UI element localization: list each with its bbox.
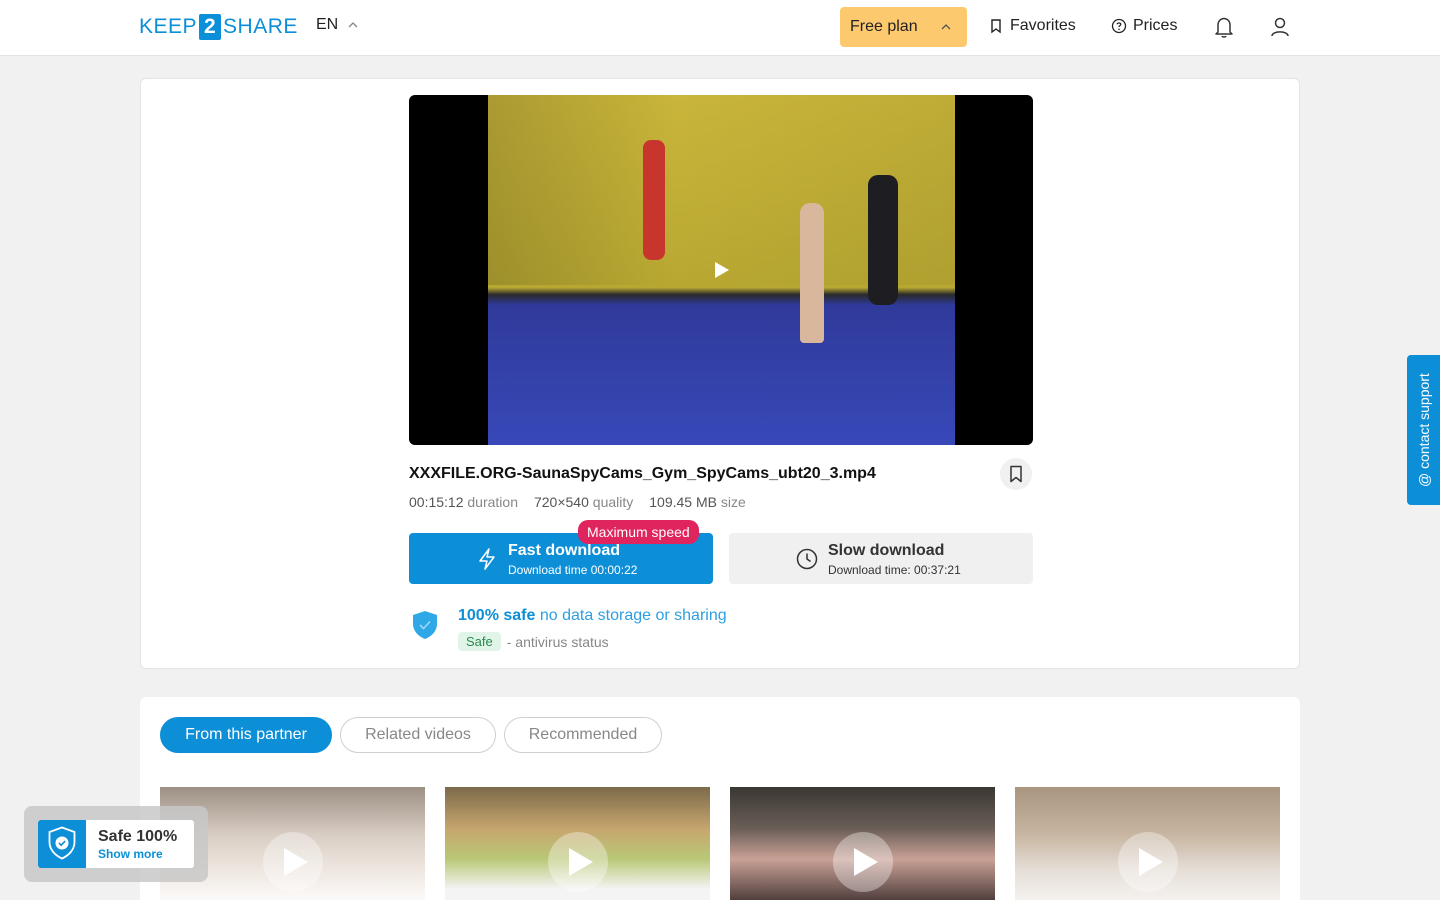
contact-support-label: @ contact support [1416,373,1432,487]
logo-keep: KEEP [139,15,198,38]
duration-meta: 00:15:12 duration [409,494,518,510]
video-figure [800,203,824,343]
video-thumbnail[interactable] [445,787,710,900]
play-icon [569,848,593,876]
lightning-icon [479,548,495,570]
prices-link[interactable]: Prices [1111,17,1177,35]
fast-download-title: Fast download [508,542,620,559]
top-header: KEEP 2 SHARE EN Free plan Favorites Prices [0,0,1440,56]
slow-download-title: Slow download [828,542,945,559]
video-black-bag [868,175,898,305]
free-plan-button[interactable]: Free plan [840,7,967,47]
site-logo[interactable]: KEEP 2 SHARE [139,14,298,40]
play-button[interactable] [833,832,893,892]
bookmark-icon [1010,465,1022,483]
video-thumbnail[interactable] [730,787,995,900]
play-icon[interactable] [714,261,730,279]
safe-tag: Safe [458,632,501,651]
show-more-link[interactable]: Show more [98,847,163,861]
user-icon[interactable] [1269,15,1291,39]
tab-related-videos[interactable]: Related videos [340,717,496,753]
favorites-label: Favorites [1010,17,1076,34]
duration-label: duration [467,494,518,510]
quality-meta: 720×540 quality [534,494,633,510]
antivirus-label: - antivirus status [506,633,609,650]
fast-download-time: Download time 00:00:22 [508,563,638,577]
related-section: From this partner Related videos Recomme… [140,697,1300,900]
clock-icon [796,548,818,570]
video-thumbnail[interactable] [1015,787,1280,900]
slow-download-time: Download time: 00:37:21 [828,563,961,577]
safety-message: 100% safe no data storage or sharing [458,607,727,625]
max-speed-badge: Maximum speed [578,520,699,544]
play-button[interactable] [1118,832,1178,892]
question-circle-icon [1111,18,1127,34]
play-button[interactable] [548,832,608,892]
video-player[interactable] [409,95,1033,445]
logo-share: SHARE [223,15,298,38]
size-meta: 109.45 MB size [649,494,746,510]
logo-two: 2 [199,14,222,40]
size-value: 109.45 MB [649,494,717,510]
play-icon [854,848,878,876]
tab-from-this-partner[interactable]: From this partner [160,717,332,753]
shield-check-icon [48,826,76,860]
quality-value: 720×540 [533,494,589,510]
quality-label: quality [592,494,634,510]
file-meta: 00:15:12 duration 720×540 quality 109.45… [409,494,746,510]
antivirus-status: Safe - antivirus status [458,632,609,651]
safety-soft: no data storage or sharing [539,607,727,624]
size-label: size [720,494,746,510]
duration-value: 00:15:12 [409,494,464,510]
play-icon [284,848,308,876]
bookmark-icon [991,19,1001,34]
chevron-up-icon [941,24,951,30]
play-icon [1139,848,1163,876]
tab-recommended[interactable]: Recommended [504,717,662,753]
add-favorite-button[interactable] [1000,458,1032,490]
chevron-up-icon [348,22,358,28]
file-title: XXXFILE.ORG-SaunaSpyCams_Gym_SpyCams_ubt… [409,465,876,482]
language-selector[interactable]: EN [316,16,358,34]
safe-widget[interactable]: Safe 100% Show more [38,820,194,868]
favorites-link[interactable]: Favorites [988,17,1076,35]
safe-widget-icon-box [38,820,86,868]
plan-label: Free plan [850,18,918,35]
slow-download-button[interactable]: Slow download Download time: 00:37:21 [729,533,1033,584]
safety-strong: 100% safe [458,607,536,624]
shield-check-icon [413,611,437,639]
safe-widget-title: Safe 100% [98,828,178,845]
prices-label: Prices [1133,17,1178,34]
video-red-bag [643,140,665,260]
contact-support-tab[interactable]: @ contact support [1407,355,1440,505]
language-label: EN [316,16,339,33]
bell-icon[interactable] [1213,15,1235,39]
play-button[interactable] [263,832,323,892]
file-card: XXXFILE.ORG-SaunaSpyCams_Gym_SpyCams_ubt… [140,78,1300,669]
